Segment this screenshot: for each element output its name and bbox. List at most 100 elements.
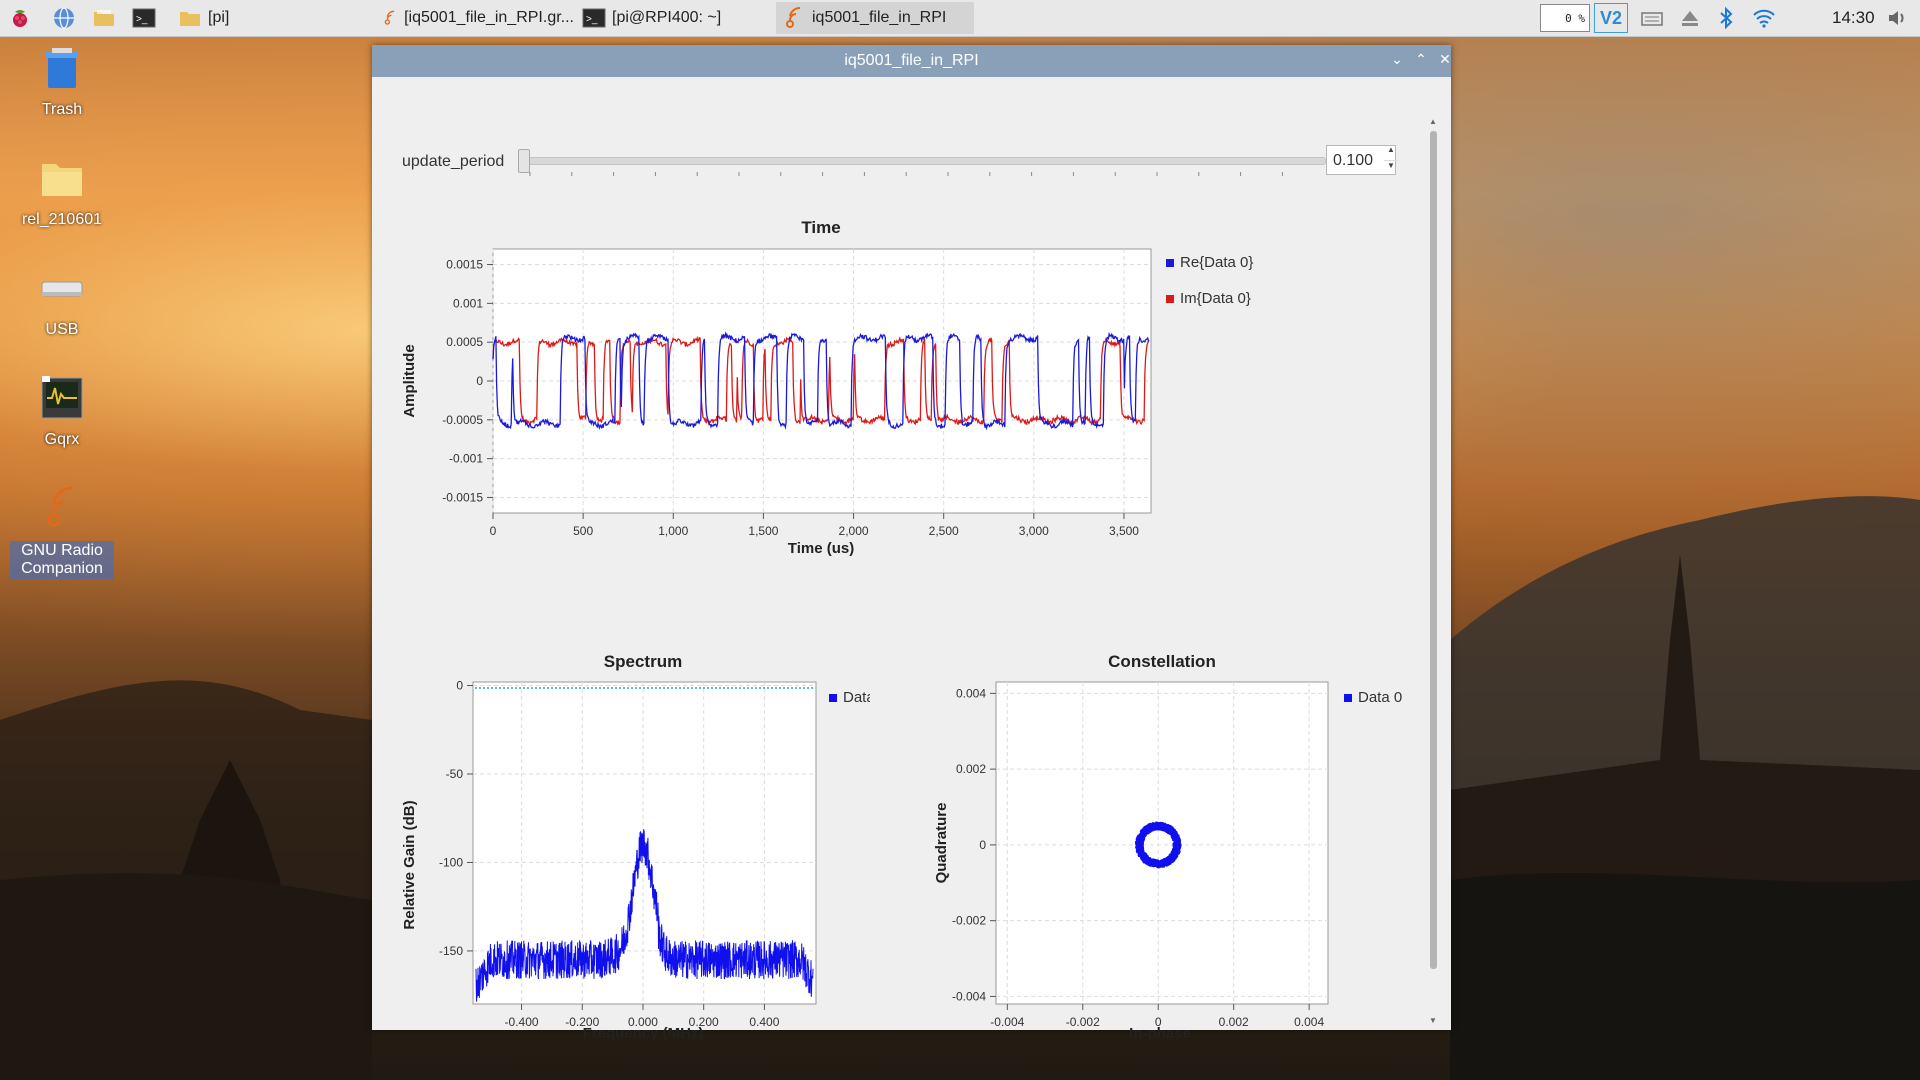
constellation-xtick-label: 0.004 xyxy=(1294,1015,1324,1029)
legend-spectrum[interactable]: Data 0 xyxy=(843,689,870,706)
legend-re[interactable]: Re{Data 0} xyxy=(1180,254,1253,271)
file-manager-launcher[interactable] xyxy=(92,4,122,32)
constellation-xtick-label: 0.002 xyxy=(1219,1015,1249,1029)
update-period-slider-track[interactable] xyxy=(524,157,1326,165)
time-plot[interactable]: Time 0.0015 0.001 0.0005 0 -0.0005 -0.001 -0.0… xyxy=(400,205,1410,625)
taskbar: >_ [pi] [iq5001_file_in_RPI.gr... >_ [pi… xyxy=(0,0,1920,37)
scroll-up-arrow[interactable]: ▲ xyxy=(1429,117,1437,126)
constellation-point xyxy=(1168,825,1172,830)
constellation-plot-xlabel: In-phase xyxy=(1129,1025,1191,1040)
taskbar-task-terminal[interactable]: >_ [pi@RPI400: ~] xyxy=(576,2,774,34)
eject-icon[interactable] xyxy=(1678,4,1708,32)
constellation-point xyxy=(1176,840,1180,845)
clock[interactable]: 14:30 xyxy=(1832,8,1875,28)
legend-swatch-re xyxy=(1166,259,1174,267)
constellation-xtick-label: -0.002 xyxy=(1066,1015,1100,1029)
vertical-scrollbar[interactable]: ▲ ▼ xyxy=(1428,117,1440,1027)
constellation-point xyxy=(1172,842,1177,846)
time-ytick-label: -0.0015 xyxy=(442,490,483,504)
taskbar-task-grc[interactable]: [iq5001_file_in_RPI.gr... xyxy=(376,2,574,34)
update-period-value: 0.100 xyxy=(1333,152,1374,169)
constellation-point xyxy=(1176,844,1181,848)
browser-launcher[interactable] xyxy=(52,4,82,32)
constellation-point xyxy=(1170,858,1175,863)
terminal-icon: >_ xyxy=(132,8,156,28)
taskbar-folder-pi[interactable]: [pi] xyxy=(172,2,372,34)
window-title: iq5001_file_in_RPI xyxy=(844,52,979,69)
window-content: update_period 0.100 ▲ ▼ Time 0.0015 0.001… xyxy=(372,77,1451,1040)
folder-icon xyxy=(94,10,114,26)
cpu-monitor[interactable]: 0 % xyxy=(1540,4,1590,32)
constellation-point xyxy=(1139,830,1144,834)
constellation-plot-title: Constellation xyxy=(1108,652,1216,671)
close-button[interactable]: ✕ xyxy=(1435,51,1455,68)
raspberry-menu-button[interactable] xyxy=(8,4,38,32)
time-xtick-label: 3,500 xyxy=(1109,524,1139,538)
terminal-icon: >_ xyxy=(582,8,606,28)
keyboard-glyph xyxy=(1641,12,1663,26)
update-period-slider-handle[interactable] xyxy=(518,149,530,173)
maximize-button[interactable]: ⌃ xyxy=(1411,51,1431,68)
keyboard-icon[interactable] xyxy=(1640,4,1670,32)
scrollbar-thumb[interactable] xyxy=(1430,131,1437,969)
time-plot-title: Time xyxy=(801,218,840,237)
constellation-plot[interactable]: Constellation 0.004 0.002 0 -0.002 -0.004 -0… xyxy=(912,645,1422,1040)
spectrum-plot-xlabel: Frequency (MHz) xyxy=(583,1025,704,1040)
legend-im[interactable]: Im{Data 0} xyxy=(1180,290,1251,307)
constellation-xtick-label: -0.004 xyxy=(990,1015,1024,1029)
window-titlebar[interactable]: iq5001_file_in_RPI ⌄ ⌃ ✕ xyxy=(372,45,1451,77)
speaker-glyph xyxy=(1889,11,1904,25)
taskbar-task-label: [iq5001_file_in_RPI.gr... xyxy=(404,9,574,26)
gnuradio-icon xyxy=(786,6,801,28)
folder-icon xyxy=(180,12,200,26)
raspberry-icon xyxy=(13,10,27,27)
trash-icon xyxy=(46,48,78,88)
desktop-icon-gnuradio-companion[interactable]: GNU Radio Companion xyxy=(10,484,114,579)
time-ytick-label: -0.001 xyxy=(449,452,483,466)
time-xtick-label: 1,000 xyxy=(658,524,688,538)
eject-glyph xyxy=(1682,11,1698,26)
vnc-tray-icon[interactable]: V2 xyxy=(1594,3,1628,33)
cpu-usage-label: 0 % xyxy=(1565,11,1585,25)
constellation-point xyxy=(1157,864,1161,869)
usb-drive-icon xyxy=(41,281,83,297)
constellation-ytick-label: -0.002 xyxy=(952,914,986,928)
spectrum-plot-title: Spectrum xyxy=(604,652,682,671)
constellation-point xyxy=(1171,834,1175,838)
svg-text:>_: >_ xyxy=(136,14,148,25)
taskbar-task-flowgraph[interactable]: iq5001_file_in_RPI xyxy=(776,2,974,34)
globe-icon xyxy=(54,7,74,29)
time-ytick-label: 0.001 xyxy=(453,296,483,310)
constellation-ytick-label: 0.004 xyxy=(956,686,986,700)
desktop-icon-rel-210601[interactable]: rel_210601 xyxy=(10,154,114,229)
spectrum-ytick-label: -100 xyxy=(439,855,463,869)
desktop-icon-trash[interactable]: Trash xyxy=(10,44,114,119)
terminal-launcher[interactable]: >_ xyxy=(132,4,162,32)
taskbar-task-label: iq5001_file_in_RPI xyxy=(812,9,947,26)
time-xtick-label: 1,500 xyxy=(748,524,778,538)
constellation-point xyxy=(1138,843,1142,848)
spinbox-buttons: ▲ ▼ xyxy=(1384,145,1398,175)
spectrum-ytick-label: 0 xyxy=(456,679,463,693)
constellation-point xyxy=(1157,860,1161,865)
spectrum-plot[interactable]: Spectrum 0-50-100-150 -0.400 -0.200 0.000 0… xyxy=(400,645,870,1040)
time-plot-xlabel: Time (us) xyxy=(788,540,854,557)
desktop-icon-usb[interactable]: USB xyxy=(10,264,114,339)
desktop-icon-label: Gqrx xyxy=(44,431,80,448)
volume-icon[interactable] xyxy=(1886,4,1916,32)
time-ytick-label: 0.0015 xyxy=(446,258,483,272)
spin-up-button[interactable]: ▲ xyxy=(1384,145,1398,160)
legend-constellation[interactable]: Data 0 xyxy=(1358,689,1402,706)
legend-swatch-constellation xyxy=(1344,694,1352,702)
minimize-button[interactable]: ⌄ xyxy=(1387,51,1407,68)
constellation-point xyxy=(1144,858,1149,862)
wifi-icon[interactable] xyxy=(1752,4,1782,32)
spectrum-plot-yticks: 0 -50 -100 -150 xyxy=(439,679,473,958)
scroll-down-arrow[interactable]: ▼ xyxy=(1429,1016,1437,1025)
desktop-icon-gqrx[interactable]: Gqrx xyxy=(10,374,114,449)
bluetooth-icon[interactable] xyxy=(1714,4,1744,32)
time-ytick-label: 0 xyxy=(476,374,483,388)
spin-down-button[interactable]: ▼ xyxy=(1384,160,1398,176)
folder-icon xyxy=(42,164,82,196)
constellation-plot-canvas xyxy=(995,681,1329,1005)
